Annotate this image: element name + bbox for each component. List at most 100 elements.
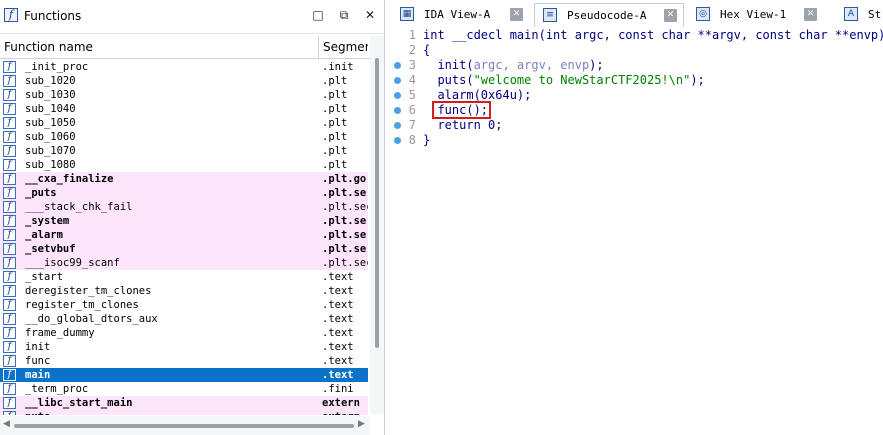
- tab-ida-view-a[interactable]: ▦ IDA View-A ✕: [392, 3, 530, 27]
- code-line[interactable]: 4 puts("welcome to NewStarCTF2025!\n");: [390, 73, 883, 88]
- function-row[interactable]: f _puts .plt.se: [0, 186, 368, 200]
- line-number: 2: [408, 43, 416, 57]
- pseudocode-view[interactable]: 1 int __cdecl main(int argc, const char …: [390, 28, 883, 435]
- breakpoint-dot-icon[interactable]: [394, 137, 401, 144]
- function-segment: extern: [322, 397, 360, 409]
- close-tab-icon[interactable]: ✕: [664, 9, 677, 22]
- functions-title: Functions: [24, 9, 82, 23]
- code-line[interactable]: 3 init(argc, argv, envp);: [390, 58, 883, 73]
- breakpoint-dot-icon[interactable]: [394, 92, 401, 99]
- function-name: __do_global_dtors_aux: [25, 313, 158, 325]
- call-args[interactable]: argc, argv, envp: [474, 58, 590, 72]
- function-name: frame_dummy: [25, 327, 95, 339]
- close-tab-icon[interactable]: ✕: [804, 8, 817, 21]
- function-row[interactable]: f _term_proc .fini: [0, 382, 368, 396]
- tab-hex-view-1[interactable]: ◎ Hex View-1 ✕: [688, 3, 826, 27]
- function-row[interactable]: f __libc_start_main extern: [0, 396, 368, 410]
- tab-label: IDA View-A: [424, 8, 491, 21]
- code-text[interactable]: init(argc, argv, envp);: [423, 58, 603, 73]
- view-tab-bar: ▦ IDA View-A ✕ ≡ Pseudocode-A ✕ ◎ Hex Vi…: [390, 0, 883, 29]
- function-icon: f: [3, 271, 16, 283]
- function-segment: .plt.go: [322, 173, 367, 185]
- breakpoint-dot-icon[interactable]: [394, 122, 401, 129]
- breakpoint-dot-icon[interactable]: [394, 62, 401, 69]
- function-row[interactable]: f sub_1080 .plt: [0, 158, 368, 172]
- functions-titlebar[interactable]: f Functions □ ⧉ ✕: [0, 0, 384, 34]
- function-row[interactable]: f sub_1040 .plt: [0, 102, 368, 116]
- function-row[interactable]: f _alarm .plt.se: [0, 228, 368, 242]
- call-name[interactable]: init(: [423, 58, 473, 72]
- function-row[interactable]: f func .text: [0, 354, 368, 368]
- column-divider[interactable]: [318, 36, 319, 58]
- functions-list: f _init_proc .init f sub_1020 .plt f sub_1030 .p…: [0, 60, 368, 415]
- call-name[interactable]: puts(: [423, 73, 473, 87]
- structures-icon: A: [844, 7, 858, 21]
- tab-structures[interactable]: A St: [836, 3, 883, 27]
- function-segment: .text: [322, 285, 354, 297]
- tab-pseudocode-a[interactable]: ≡ Pseudocode-A ✕: [534, 3, 684, 27]
- column-header-function-name[interactable]: Function name: [4, 40, 93, 54]
- function-name: main: [25, 369, 51, 381]
- function-icon: f: [3, 243, 16, 255]
- code-text[interactable]: }: [423, 133, 430, 148]
- code-line[interactable]: 1 int __cdecl main(int argc, const char …: [390, 28, 883, 43]
- code-text[interactable]: int __cdecl main(int argc, const char **…: [423, 28, 883, 43]
- vertical-scrollbar[interactable]: [370, 36, 384, 414]
- breakpoint-dot-icon[interactable]: [394, 107, 401, 114]
- column-header-segment[interactable]: Segmer: [323, 40, 368, 54]
- function-row[interactable]: f sub_1070 .plt: [0, 144, 368, 158]
- code-text[interactable]: return 0;: [423, 118, 502, 133]
- close-tab-icon[interactable]: ✕: [510, 8, 523, 21]
- vertical-scroll-thumb[interactable]: [375, 58, 379, 348]
- function-row[interactable]: f sub_1020 .plt: [0, 74, 368, 88]
- line-number: 6: [408, 103, 416, 117]
- function-row[interactable]: f sub_1030 .plt: [0, 88, 368, 102]
- function-icon: f: [3, 159, 16, 171]
- scroll-left-icon[interactable]: ◀: [3, 419, 10, 429]
- function-row[interactable]: f sub_1060 .plt: [0, 130, 368, 144]
- horizontal-scrollbar[interactable]: ◀ ▶: [0, 416, 370, 435]
- code-line[interactable]: 7 return 0;: [390, 118, 883, 133]
- code-line[interactable]: 2 {: [390, 43, 883, 58]
- function-row[interactable]: f init .text: [0, 340, 368, 354]
- function-segment: extern: [322, 410, 368, 415]
- breakpoint-dot-icon[interactable]: [394, 77, 401, 84]
- function-name: sub_1020: [25, 75, 76, 87]
- function-icon: f: [3, 75, 16, 87]
- function-row[interactable]: f ___isoc99_scanf .plt.sec: [0, 256, 368, 270]
- function-row[interactable]: f register_tm_clones .text: [0, 298, 368, 312]
- function-segment: .plt.sec: [322, 257, 368, 269]
- horizontal-scroll-thumb[interactable]: [14, 424, 354, 428]
- close-icon[interactable]: ✕: [362, 7, 378, 23]
- function-icon: f: [3, 313, 16, 325]
- line-number: 4: [408, 73, 416, 87]
- function-row[interactable]: f __do_global_dtors_aux .text: [0, 312, 368, 326]
- graph-view-icon: ▦: [400, 7, 414, 21]
- function-row[interactable]: f _start .text: [0, 270, 368, 284]
- function-row[interactable]: f _setvbuf .plt.se: [0, 242, 368, 256]
- function-icon: f: [3, 383, 16, 395]
- scroll-right-icon[interactable]: ▶: [358, 419, 365, 429]
- function-segment: .plt.sec: [322, 201, 368, 213]
- function-icon: f: [3, 397, 16, 409]
- function-row[interactable]: f main .text: [0, 368, 368, 382]
- function-row[interactable]: f ___stack_chk_fail .plt.sec: [0, 200, 368, 214]
- code-text[interactable]: {: [423, 43, 430, 58]
- line-number: 7: [408, 118, 416, 132]
- string-literal[interactable]: "welcome to NewStarCTF2025!\n": [474, 73, 691, 87]
- restore-icon[interactable]: ⧉: [336, 7, 352, 23]
- function-row[interactable]: f deregister_tm_clones .text: [0, 284, 368, 298]
- function-row[interactable]: f _system .plt.se: [0, 214, 368, 228]
- function-name: func: [25, 355, 51, 367]
- function-row[interactable]: f frame_dummy .text: [0, 326, 368, 340]
- function-row[interactable]: f sub_1050 .plt: [0, 116, 368, 130]
- code-text[interactable]: puts("welcome to NewStarCTF2025!\n");: [423, 73, 704, 88]
- function-row[interactable]: f __cxa_finalize .plt.go: [0, 172, 368, 186]
- hex-view-icon: ◎: [696, 7, 710, 21]
- function-segment: .text: [322, 299, 354, 311]
- function-row[interactable]: f puts extern: [0, 410, 368, 415]
- function-name: sub_1030: [25, 89, 76, 101]
- code-line[interactable]: 8 }: [390, 133, 883, 148]
- maximize-icon[interactable]: □: [310, 7, 326, 23]
- function-row[interactable]: f _init_proc .init: [0, 60, 368, 74]
